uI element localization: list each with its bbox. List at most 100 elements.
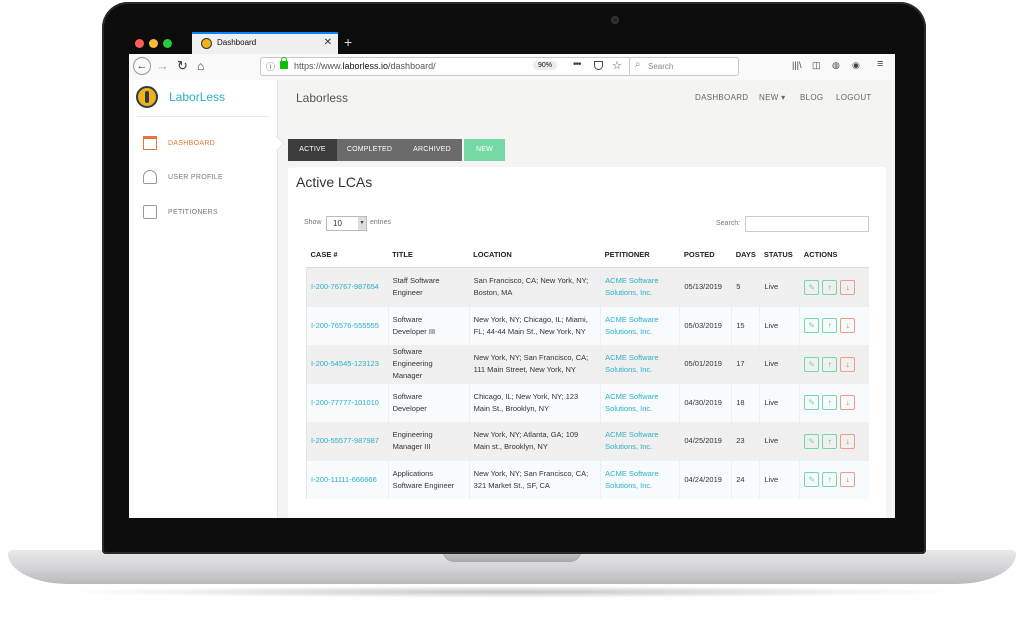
page-size-select[interactable]: 10 ▾ xyxy=(326,216,367,231)
arrow-down-icon[interactable]: ↓ xyxy=(840,395,856,411)
arrow-down-icon[interactable]: ↓ xyxy=(840,279,856,295)
browser-search-input[interactable]: ⌕ Search xyxy=(629,57,739,76)
sidebar-item-petitioners[interactable]: PETITIONERS xyxy=(143,205,273,221)
edit-icon[interactable]: ✎ xyxy=(804,395,820,411)
case-number-link[interactable]: I-200-11111-666666 xyxy=(306,460,389,499)
days-cell: 18 xyxy=(731,383,760,422)
info-icon[interactable]: ⓘ xyxy=(266,60,275,73)
cell-line: San Francisco, CA; New York, NY; xyxy=(473,276,589,286)
extension-icon[interactable]: ◉ xyxy=(852,60,860,71)
location-cell: San Francisco, CA; New York, NY; Boston, … xyxy=(468,267,601,307)
menu-icon[interactable]: ≡ xyxy=(877,58,883,70)
nav-dashboard[interactable]: DASHBOARD xyxy=(695,93,748,102)
nav-new-dropdown[interactable]: NEW ▾ xyxy=(759,93,785,102)
reader-icon[interactable]: ◍ xyxy=(832,60,840,71)
petitioner-link[interactable]: ACME Software Solutions, Inc. xyxy=(600,267,680,307)
edit-icon[interactable]: ✎ xyxy=(804,472,820,488)
case-number-link[interactable]: I-200-76767-987654 xyxy=(306,267,389,307)
page-actions-icon[interactable]: ••• xyxy=(573,59,581,70)
sidebar-item-dashboard[interactable]: DASHBOARD xyxy=(143,136,273,152)
status-cell: Live xyxy=(759,345,800,384)
column-header[interactable]: CASE # xyxy=(306,241,389,268)
cell-line: Main St., Brooklyn, NY xyxy=(473,403,550,413)
cell-line: Solutions, Inc. xyxy=(605,403,653,413)
column-header[interactable]: LOCATION xyxy=(469,241,601,268)
browser-tab[interactable]: Dashboard ✕ xyxy=(192,32,338,54)
arrow-down-icon[interactable]: ↓ xyxy=(840,318,856,334)
bank-icon xyxy=(143,136,157,150)
tab-completed[interactable]: COMPLETED xyxy=(337,139,402,161)
new-tab-button[interactable]: + xyxy=(344,34,352,50)
library-icon[interactable]: |||\ xyxy=(792,60,802,70)
nav-blog[interactable]: BLOG xyxy=(800,93,823,102)
edit-icon[interactable]: ✎ xyxy=(804,356,820,372)
column-header[interactable]: TITLE xyxy=(388,241,470,268)
case-number-link[interactable]: I-200-55577-987987 xyxy=(306,422,389,461)
petitioner-link[interactable]: ACME Software Solutions, Inc. xyxy=(600,306,680,345)
sidebar-toggle-icon[interactable]: ◫ xyxy=(812,60,821,71)
show-label: Show xyxy=(304,219,322,226)
cell-line: Solutions, Inc. xyxy=(605,326,653,336)
brand-logo-icon[interactable] xyxy=(136,86,158,108)
url-bar[interactable]: ⓘ https://www.laborless.io/dashboard/ 90… xyxy=(260,57,632,76)
arrow-up-icon[interactable]: ↑ xyxy=(822,433,838,449)
search-label: Search: xyxy=(716,220,741,227)
cell-line: ACME Software xyxy=(605,468,659,478)
search-input[interactable] xyxy=(745,216,869,232)
site-title[interactable]: Laborless xyxy=(296,91,348,105)
cell-line: New York, NY; San Francisco, CA; xyxy=(473,353,589,363)
arrow-up-icon[interactable]: ↑ xyxy=(822,279,838,295)
location-cell: New York, NY; Chicago, IL; Miami, FL; 44-… xyxy=(468,306,601,345)
back-icon[interactable]: ← xyxy=(133,57,151,75)
forward-icon[interactable]: → xyxy=(156,58,169,74)
edit-icon[interactable]: ✎ xyxy=(804,318,820,334)
home-icon[interactable]: ⌂ xyxy=(197,58,204,74)
minimize-window-button[interactable] xyxy=(149,39,158,48)
edit-icon[interactable]: ✎ xyxy=(804,279,820,295)
status-cell: Live xyxy=(759,267,800,307)
column-header[interactable]: PETITIONER xyxy=(600,241,680,268)
url-text: https://www.laborless.io/dashboard/ xyxy=(294,61,436,71)
nav-logout[interactable]: LOGOUT xyxy=(836,93,872,102)
cell-line: ACME Software xyxy=(605,276,659,286)
column-header[interactable]: DAYS xyxy=(731,241,760,268)
cell-line: Software Engineer xyxy=(392,480,455,490)
column-header[interactable]: STATUS xyxy=(759,241,800,268)
reload-icon[interactable]: ↻ xyxy=(177,58,188,74)
posted-cell: 05/03/2019 xyxy=(679,306,732,345)
arrow-up-icon[interactable]: ↑ xyxy=(822,472,838,488)
cell-line: ACME Software xyxy=(605,314,659,324)
tab-close-icon[interactable]: ✕ xyxy=(324,37,332,48)
petitioner-link[interactable]: ACME Software Solutions, Inc. xyxy=(600,383,680,422)
app: LaborLess DASHBOARD USER PROFILE PETITIO… xyxy=(129,80,895,518)
tab-active[interactable]: ACTIVE xyxy=(288,139,337,161)
arrow-up-icon[interactable]: ↑ xyxy=(822,356,838,372)
pocket-icon[interactable] xyxy=(594,61,603,70)
cell-line: Developer III xyxy=(392,326,436,336)
arrow-down-icon[interactable]: ↓ xyxy=(840,356,856,372)
close-window-button[interactable] xyxy=(135,39,144,48)
sidebar-item-user-profile[interactable]: USER PROFILE xyxy=(143,170,273,186)
arrow-down-icon[interactable]: ↓ xyxy=(840,433,856,449)
cell-line: ACME Software xyxy=(605,353,659,363)
edit-icon[interactable]: ✎ xyxy=(804,433,820,449)
bookmark-star-icon[interactable]: ☆ xyxy=(612,59,622,72)
petitioner-link[interactable]: ACME Software Solutions, Inc. xyxy=(600,345,680,384)
arrow-up-icon[interactable]: ↑ xyxy=(822,395,838,411)
cell-line: Solutions, Inc. xyxy=(605,480,653,490)
case-number-link[interactable]: I-200-54545-123123 xyxy=(306,345,389,384)
table-row: I-200-55577-987987 Engineering Manager III… xyxy=(306,422,869,461)
zoom-level[interactable]: 90% xyxy=(533,61,558,70)
brand-name[interactable]: LaborLess xyxy=(169,90,225,104)
case-number-link[interactable]: I-200-76576-555555 xyxy=(306,306,389,345)
maximize-window-button[interactable] xyxy=(163,39,172,48)
petitioner-link[interactable]: ACME Software Solutions, Inc. xyxy=(600,460,680,499)
column-header[interactable]: POSTED xyxy=(679,241,732,268)
new-lca-button[interactable]: NEW xyxy=(464,139,505,161)
arrow-up-icon[interactable]: ↑ xyxy=(822,318,838,334)
sidebar: LaborLess DASHBOARD USER PROFILE PETITIO… xyxy=(129,80,278,518)
petitioner-link[interactable]: ACME Software Solutions, Inc. xyxy=(600,422,680,461)
tab-archived[interactable]: ARCHIVED xyxy=(402,139,462,161)
arrow-down-icon[interactable]: ↓ xyxy=(840,472,856,488)
case-number-link[interactable]: I-200-77777-101010 xyxy=(306,383,389,422)
